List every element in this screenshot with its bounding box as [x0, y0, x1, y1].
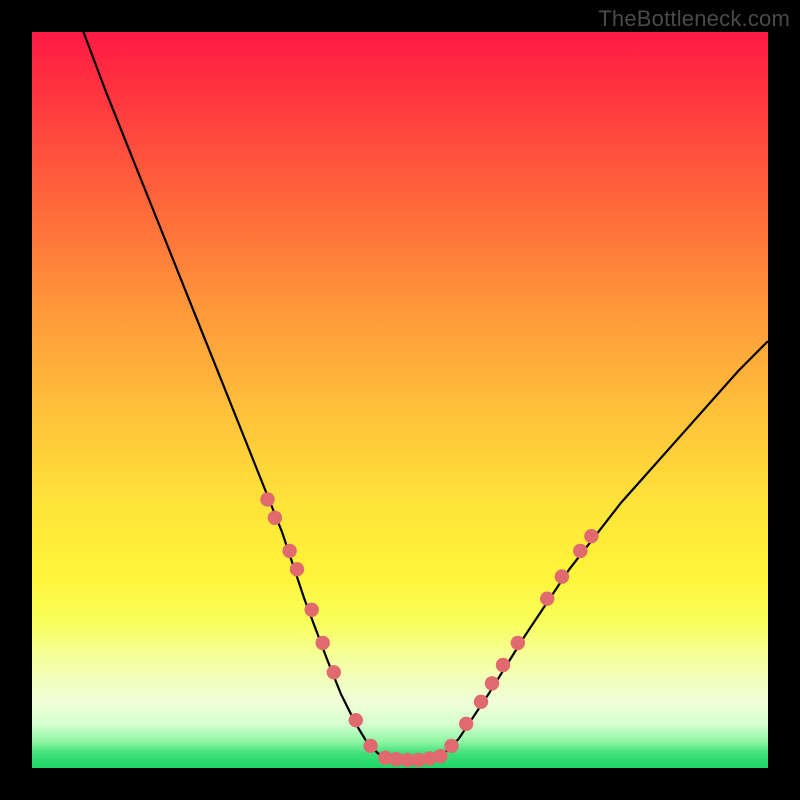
data-dot — [511, 636, 525, 650]
data-dot — [496, 658, 510, 672]
data-dot — [363, 739, 377, 753]
data-dot — [268, 511, 282, 525]
bottleneck-curve-svg — [32, 32, 768, 768]
data-dot — [349, 713, 363, 727]
bottleneck-curve-path — [84, 32, 769, 761]
data-dot — [573, 544, 587, 558]
outer-frame: TheBottleneck.com — [0, 0, 800, 800]
data-dot — [433, 749, 447, 763]
data-dot — [485, 676, 499, 690]
data-dot — [282, 544, 296, 558]
watermark-text: TheBottleneck.com — [598, 6, 790, 32]
data-dot — [584, 529, 598, 543]
data-dot — [474, 695, 488, 709]
data-dot — [305, 603, 319, 617]
data-dot — [260, 492, 274, 506]
data-dots-group — [260, 492, 598, 767]
data-dot — [327, 665, 341, 679]
data-dot — [540, 592, 554, 606]
plot-area — [32, 32, 768, 768]
data-dot — [316, 636, 330, 650]
data-dot — [290, 562, 304, 576]
data-dot — [444, 739, 458, 753]
data-dot — [555, 569, 569, 583]
data-dot — [459, 717, 473, 731]
